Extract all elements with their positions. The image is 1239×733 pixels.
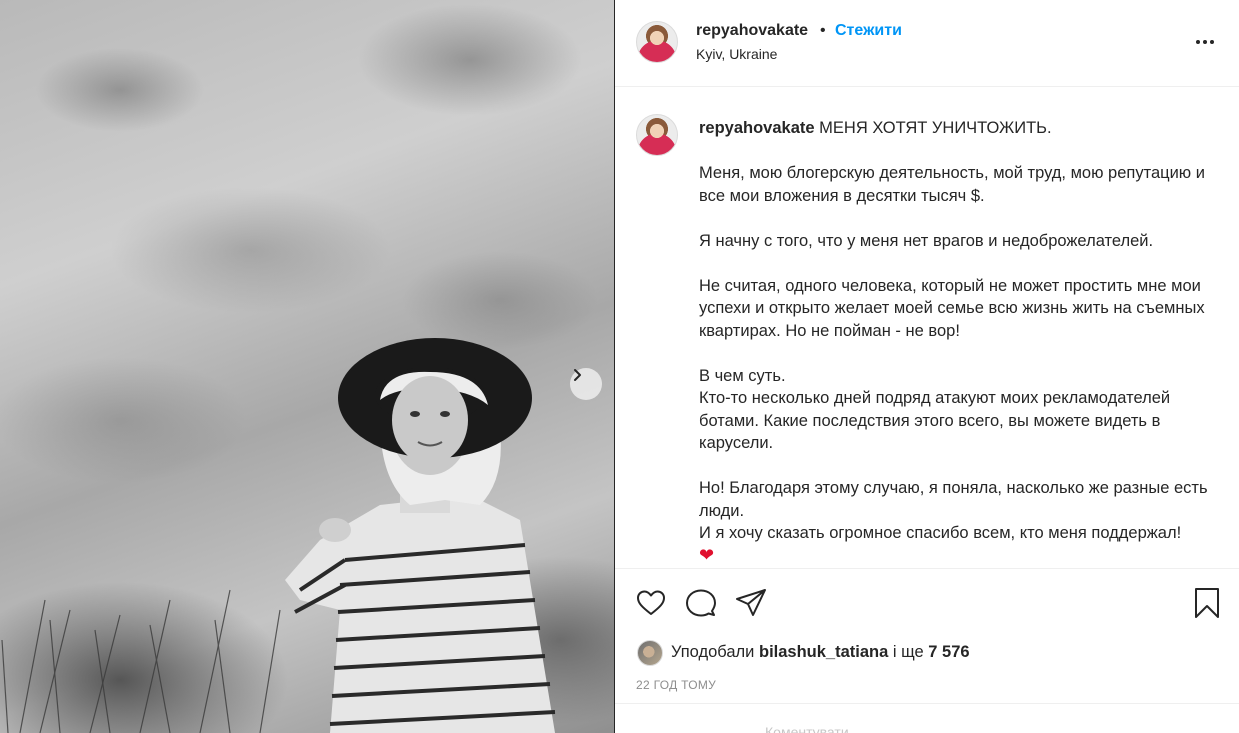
caption-line: Я начну с того, что у меня нет врагов и … [699, 231, 1154, 250]
caption-area: repyahovakate МЕНЯ ХОТЯТ УНИЧТОЖИТЬ. Мен… [615, 88, 1239, 568]
save-button[interactable] [1190, 586, 1224, 620]
photo-illustration [1, 338, 556, 733]
more-horizontal-icon [1196, 40, 1200, 44]
caption-line: МЕНЯ ХОТЯТ УНИЧТОЖИТЬ. [819, 119, 1052, 137]
comment-input[interactable]: Коментувати... [765, 724, 860, 733]
comment-input-bar[interactable]: Коментувати... [615, 703, 1239, 733]
liker-avatar[interactable] [637, 640, 663, 666]
author-username[interactable]: repyahovakate [696, 22, 808, 40]
heart-emoji: ❤ [699, 544, 715, 565]
liker-username[interactable]: bilashuk_tatiana [759, 643, 888, 661]
bookmark-icon [1195, 588, 1219, 618]
separator-dot: • [820, 22, 826, 39]
paper-plane-icon [736, 589, 766, 616]
caption-line: В чем суть. [699, 366, 786, 385]
caption-line: Кто-то несколько дней подряд атакуют мои… [699, 389, 1171, 452]
author-avatar[interactable] [636, 21, 678, 63]
carousel-next-button[interactable] [570, 368, 602, 400]
chevron-right-icon [574, 369, 581, 381]
post-side-panel: repyahovakate • Стежити Kyiv, Ukraine re… [615, 0, 1239, 733]
caption-line: Меня, мою блогерскую деятельность, мой т… [699, 164, 1205, 205]
post-photo[interactable] [0, 0, 614, 733]
caption-username[interactable]: repyahovakate [699, 119, 815, 137]
caption-text: repyahovakate МЕНЯ ХОТЯТ УНИЧТОЖИТЬ. Мен… [699, 117, 1219, 567]
action-bar [615, 568, 1239, 635]
post-timestamp[interactable]: 22 год тому [636, 678, 716, 692]
like-button[interactable] [634, 586, 668, 620]
heart-outline-icon [637, 590, 665, 615]
follow-button[interactable]: Стежити [835, 22, 902, 40]
caption-line: Но! Благодаря этому случаю, я поняла, на… [699, 479, 1208, 520]
caption-avatar[interactable] [636, 114, 678, 156]
caption-line: И я хочу сказать огромное спасибо всем, … [699, 524, 1182, 542]
comment-bubble-icon [686, 589, 716, 617]
comment-button[interactable] [684, 586, 718, 620]
likes-count-link[interactable]: 7 576 [928, 643, 969, 661]
post-header: repyahovakate • Стежити Kyiv, Ukraine [615, 0, 1239, 87]
more-options-button[interactable] [1193, 30, 1217, 54]
likes-text: Уподобали bilashuk_tatiana і ще 7 576 [671, 643, 970, 661]
location-link[interactable]: Kyiv, Ukraine [696, 46, 777, 62]
share-button[interactable] [734, 586, 768, 620]
caption-line: Не считая, одного человека, который не м… [699, 276, 1205, 340]
